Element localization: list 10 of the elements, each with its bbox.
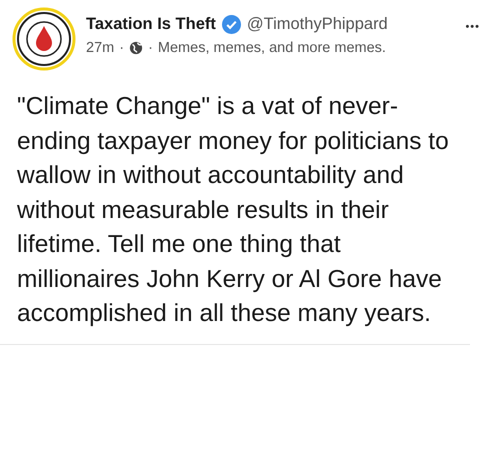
author-name[interactable]: Taxation Is Theft: [86, 15, 216, 34]
user-handle[interactable]: @TimothyPhippard: [246, 15, 388, 34]
separator-dot: ·: [148, 40, 153, 56]
separator-dot: ·: [119, 40, 124, 56]
avatar-logo-icon[interactable]: [12, 7, 76, 71]
more-options-button[interactable]: •••: [465, 21, 480, 33]
globe-icon: [129, 41, 144, 55]
post-time: 27m: [86, 40, 114, 56]
group-description: Memes, memes, and more memes.: [158, 40, 386, 56]
post-image-text: "Climate Change" is a vat of never-ending taxpayer money for politicians to wallow in without accountability and without measurable results in their lifetime. Tell me one thing that millionaires John Kerry or Al Gore have accomplished in all these many years.: [17, 92, 450, 329]
